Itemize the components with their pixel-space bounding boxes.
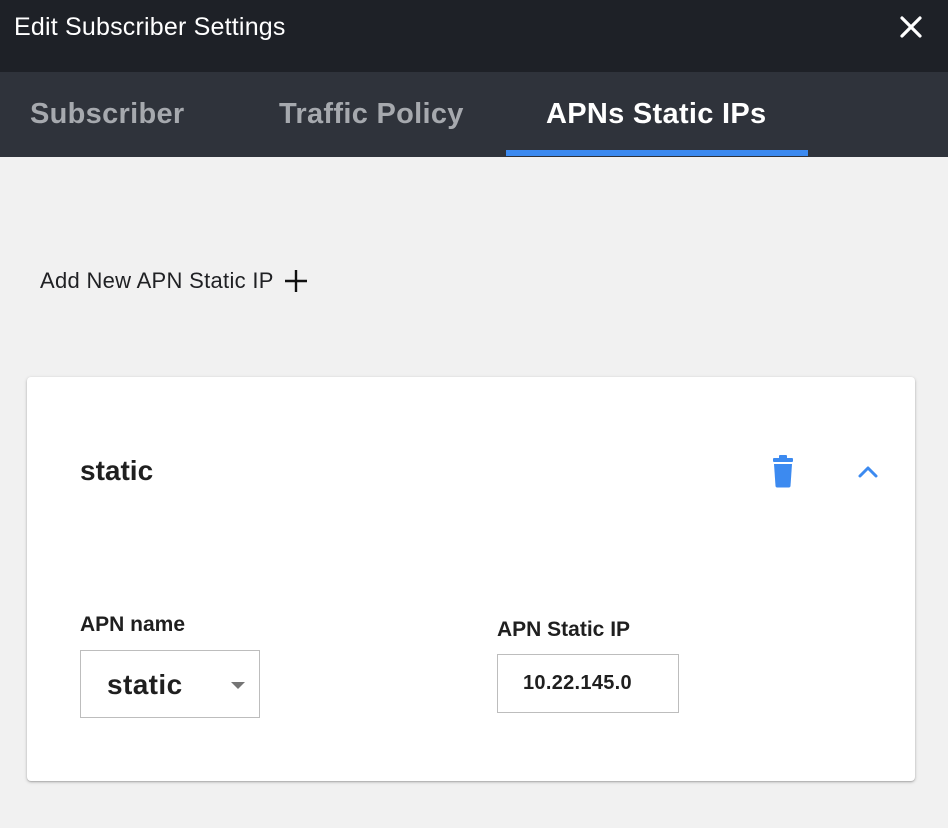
- apn-static-ip-card: static APN name static APN Static IP: [27, 377, 915, 781]
- tab-subscriber[interactable]: Subscriber: [30, 72, 185, 157]
- chevron-up-icon: [858, 466, 878, 478]
- chevron-down-icon: [231, 682, 245, 689]
- tab-bar: Subscriber Traffic Policy APNs Static IP…: [0, 72, 948, 157]
- add-apn-static-ip-label: Add New APN Static IP: [40, 268, 274, 293]
- add-apn-static-ip-button[interactable]: Add New APN Static IP: [40, 268, 308, 294]
- collapse-apn-button[interactable]: [853, 457, 883, 487]
- apn-static-ip-input[interactable]: [497, 654, 679, 713]
- delete-apn-button[interactable]: [765, 453, 801, 489]
- tab-traffic-policy[interactable]: Traffic Policy: [279, 72, 464, 157]
- close-button[interactable]: [894, 10, 928, 44]
- apn-name-label: APN name: [80, 613, 186, 636]
- apn-card-title: static: [80, 455, 154, 486]
- active-tab-indicator: [506, 150, 808, 156]
- trash-icon: [773, 455, 793, 488]
- apn-name-select[interactable]: static: [80, 650, 260, 718]
- plus-icon: [284, 269, 308, 293]
- edit-subscriber-dialog: Edit Subscriber Settings Subscriber Traf…: [0, 0, 948, 828]
- tab-apns-static-ips[interactable]: APNs Static IPs: [546, 72, 766, 157]
- apn-name-selected-value: static: [107, 669, 183, 700]
- close-icon: [900, 16, 922, 38]
- dialog-titlebar: Edit Subscriber Settings: [0, 0, 948, 72]
- apn-static-ip-label: APN Static IP: [497, 618, 631, 641]
- dialog-title: Edit Subscriber Settings: [14, 13, 286, 41]
